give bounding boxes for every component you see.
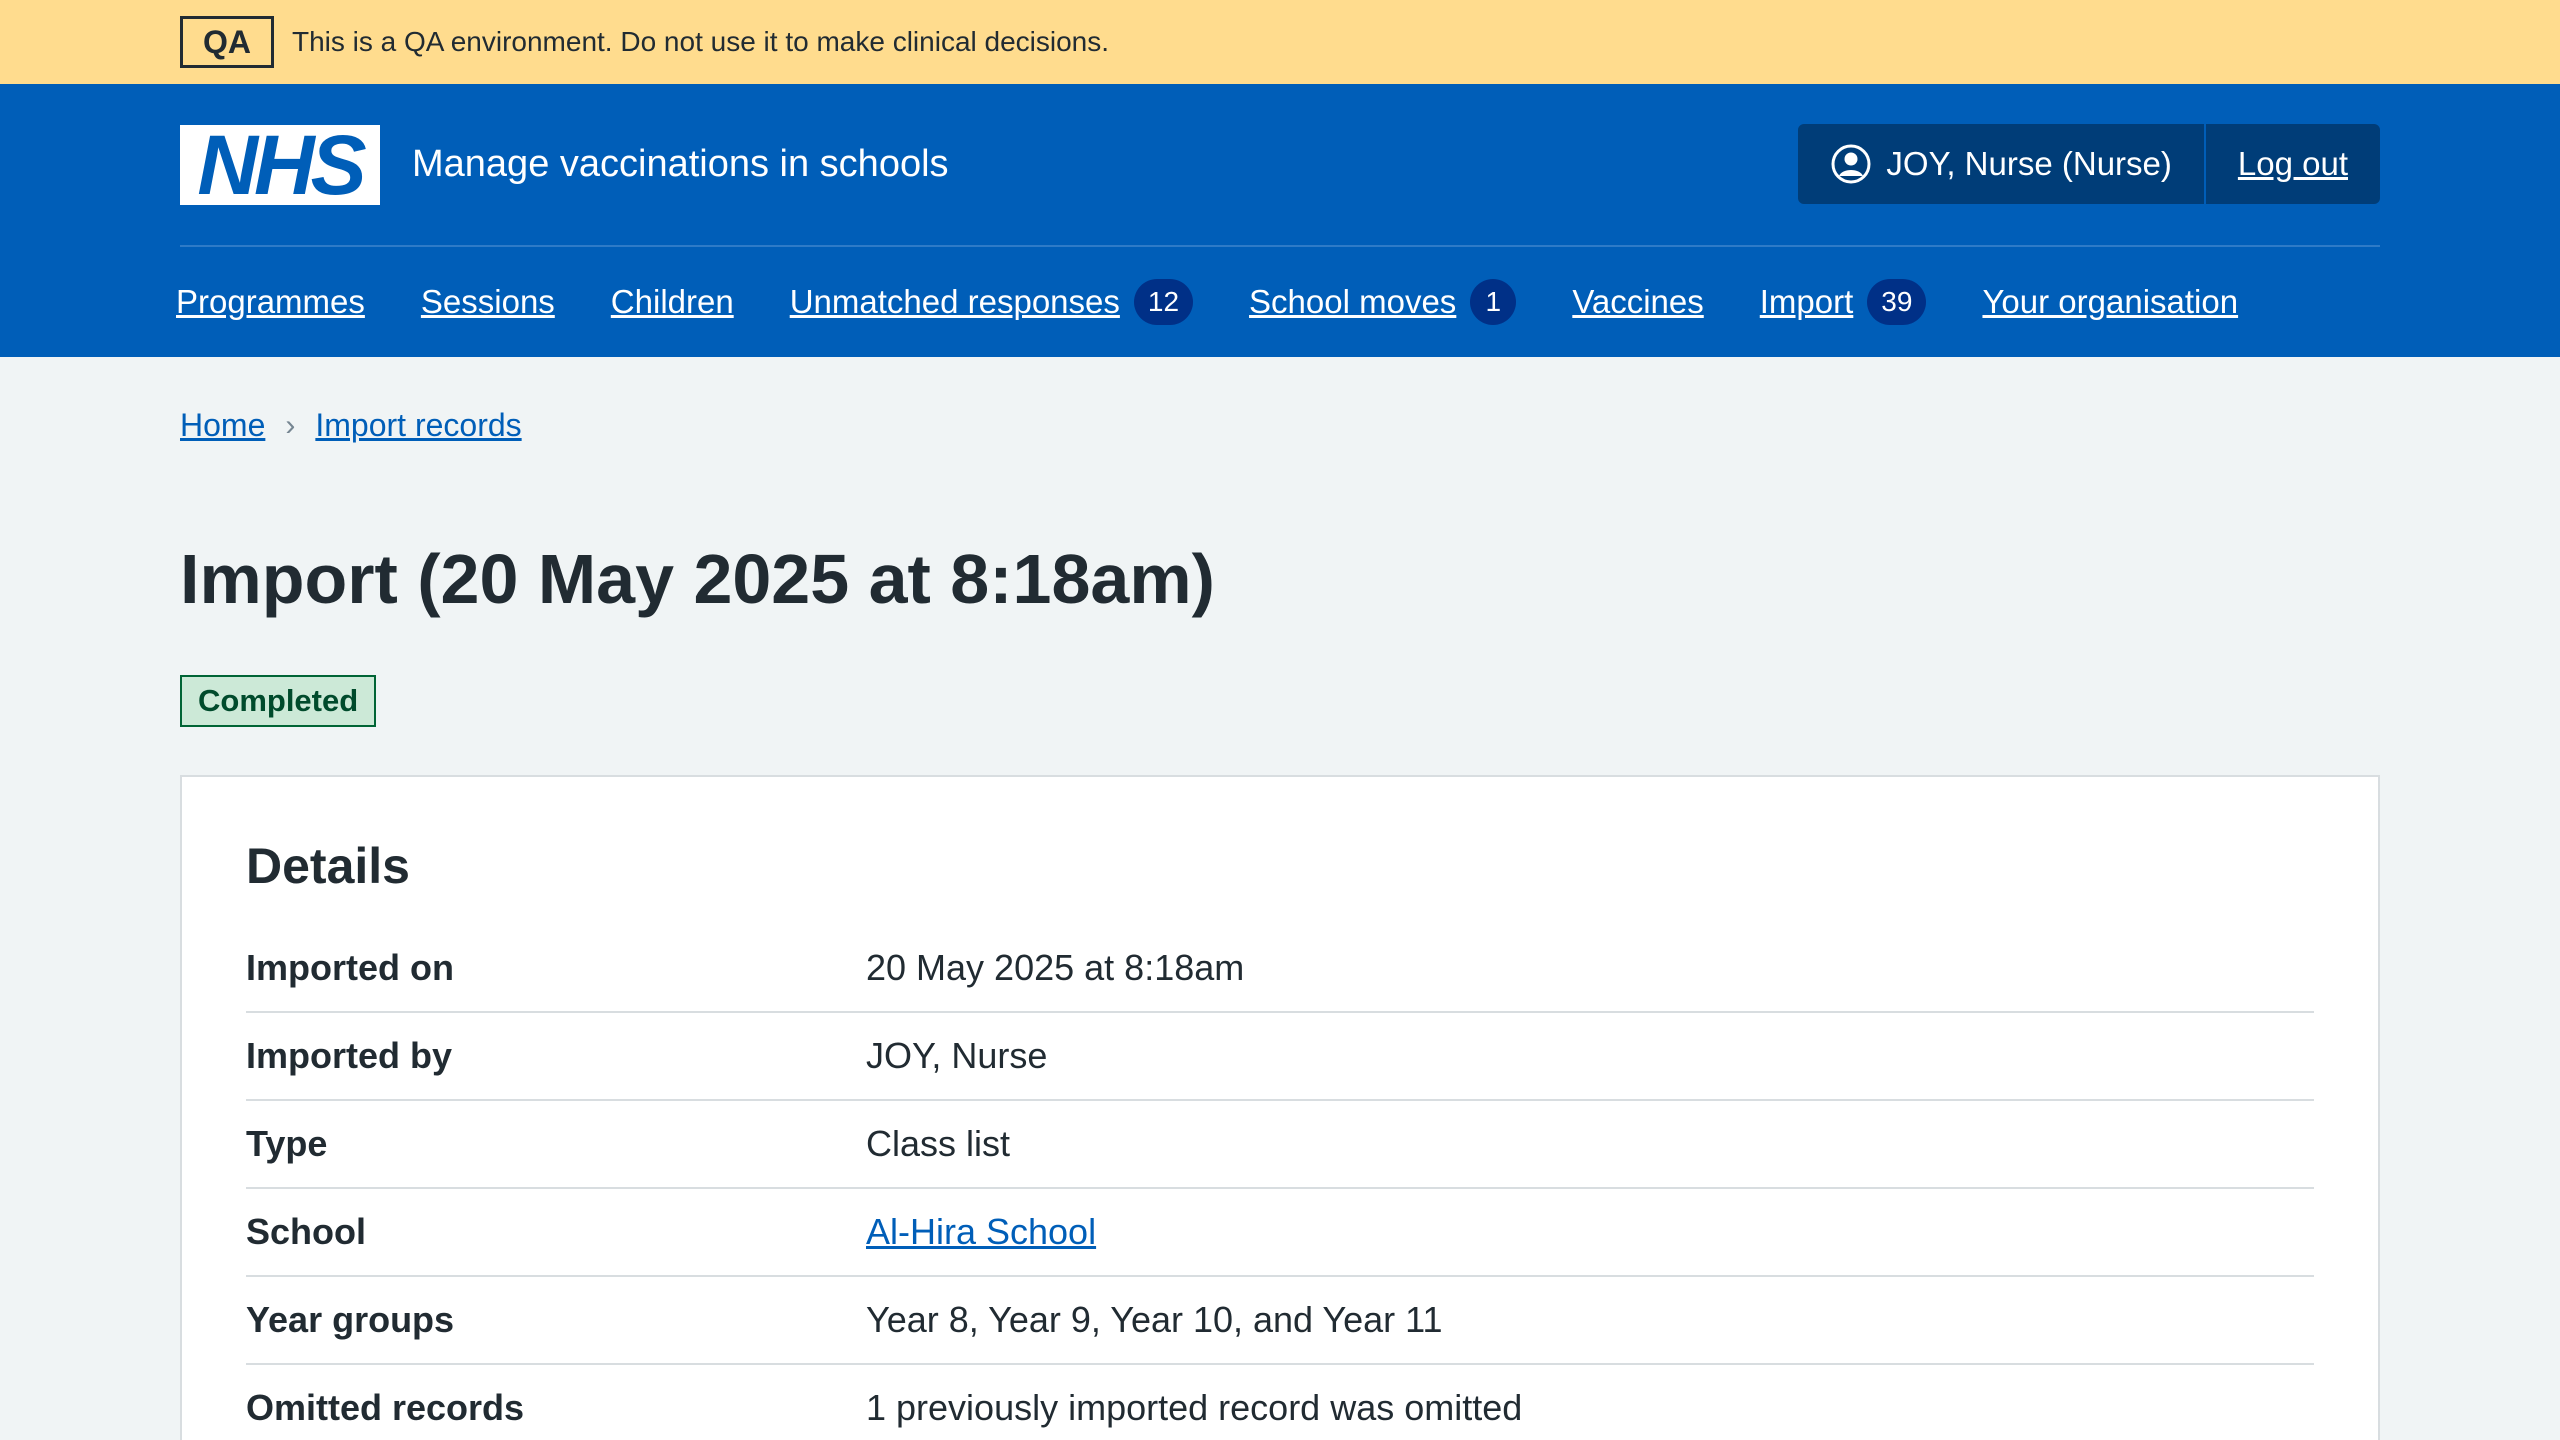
qa-tag: QA [180, 16, 274, 68]
summary-key: Year groups [246, 1299, 455, 1340]
details-card: Details Imported on 20 May 2025 at 8:18a… [180, 775, 2380, 1440]
details-title: Details [246, 838, 410, 894]
qa-message: This is a QA environment. Do not use it … [292, 26, 1110, 57]
breadcrumb-import-records-link[interactable]: Import records [315, 407, 521, 444]
breadcrumb-home-link[interactable]: Home [180, 407, 265, 444]
nav-item-programmes: Programmes [176, 283, 365, 321]
summary-row-imported-by: Imported by JOY, Nurse [246, 1013, 2314, 1101]
service-name[interactable]: Manage vaccinations in schools [412, 143, 949, 186]
nav-item-vaccines: Vaccines [1572, 283, 1703, 321]
site-header: NHS Manage vaccinations in schools JOY, … [0, 84, 2560, 357]
nav-link-vaccines[interactable]: Vaccines [1572, 283, 1703, 321]
nav-item-unmatched-responses: Unmatched responses 12 [790, 279, 1194, 325]
main-content: Home › Import records Import (20 May 202… [180, 407, 2380, 1440]
summary-value: Class list [866, 1123, 1011, 1164]
page-title: Import (20 May 2025 at 8:18am) [180, 540, 1215, 618]
nav-link-school-moves[interactable]: School moves [1249, 283, 1456, 321]
summary-value: Year 8, Year 9, Year 10, and Year 11 [866, 1299, 1443, 1340]
summary-value: 1 previously imported record was omitted [866, 1387, 1523, 1428]
nhs-logo[interactable]: NHS [180, 117, 380, 212]
summary-value: Al-Hira School [866, 1211, 1096, 1253]
chevron-right-icon: › [285, 408, 296, 442]
summary-value: JOY, Nurse [866, 1035, 1048, 1076]
summary-key: Imported by [246, 1035, 453, 1076]
summary-row-year-groups: Year groups Year 8, Year 9, Year 10, and… [246, 1277, 2314, 1365]
school-moves-count-badge: 1 [1470, 279, 1517, 325]
summary-value: 20 May 2025 at 8:18am [866, 947, 1245, 988]
account-user-label: JOY, Nurse (Nurse) [1886, 145, 2172, 182]
nav-item-children: Children [611, 283, 734, 321]
logout-link[interactable]: Log out [2203, 124, 2380, 204]
summary-row-school: School Al-Hira School [246, 1189, 2314, 1277]
nav-item-school-moves: School moves 1 [1249, 279, 1517, 325]
nhs-logo-text: NHS [197, 117, 366, 212]
nav-link-import[interactable]: Import [1760, 283, 1854, 321]
user-circle-icon [1831, 144, 1871, 184]
nav-link-children[interactable]: Children [611, 283, 734, 321]
status-badge: Completed [180, 675, 377, 727]
nav-item-sessions: Sessions [421, 283, 555, 321]
summary-key: Omitted records [246, 1387, 525, 1428]
nav-item-import: Import 39 [1760, 279, 1927, 325]
qa-banner: QA This is a QA environment. Do not use … [0, 0, 2560, 84]
summary-key: Type [246, 1123, 328, 1164]
account-user: JOY, Nurse (Nurse) [1798, 124, 2203, 204]
nav-link-sessions[interactable]: Sessions [421, 283, 555, 321]
summary-row-omitted-records: Omitted records 1 previously imported re… [246, 1365, 2314, 1440]
summary-key: School [246, 1211, 367, 1252]
nav-link-programmes[interactable]: Programmes [176, 283, 365, 321]
nav-link-unmatched-responses[interactable]: Unmatched responses [790, 283, 1120, 321]
nav-item-your-organisation: Your organisation [1982, 283, 2238, 321]
summary-key: Imported on [246, 947, 454, 988]
summary-row-type: Type Class list [246, 1101, 2314, 1189]
import-count-badge: 39 [1867, 279, 1927, 325]
unmatched-responses-count-badge: 12 [1133, 279, 1194, 325]
nav-link-your-organisation[interactable]: Your organisation [1982, 283, 2238, 321]
account-menu: JOY, Nurse (Nurse) Log out [1798, 124, 2380, 204]
summary-row-imported-on: Imported on 20 May 2025 at 8:18am [246, 925, 2314, 1013]
school-link[interactable]: Al-Hira School [866, 1211, 1096, 1252]
primary-nav: Programmes Sessions Children Unmatched r… [176, 247, 2380, 357]
breadcrumb: Home › Import records [180, 407, 2380, 444]
